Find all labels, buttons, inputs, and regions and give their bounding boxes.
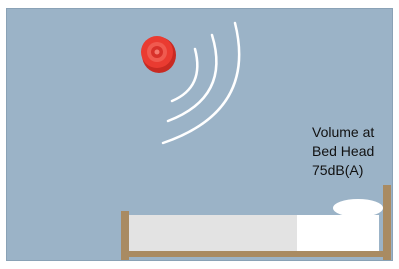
alarm-sounder-icon [141,36,176,73]
annotation-line-2: Bed Head [312,143,375,159]
bed-rail [125,251,387,257]
sound-waves-icon [161,21,241,145]
bedroom-wall: Volume at Bed Head 75dB(A) [6,8,393,261]
bed-icon [121,185,391,260]
volume-annotation: Volume at Bed Head 75dB(A) [312,123,374,180]
mattress [129,215,299,253]
bed-foot-post [121,211,129,260]
bed-cover [297,215,379,253]
bed-head-post [383,185,391,260]
annotation-line-1: Volume at [312,124,375,140]
annotation-line-3: 75dB(A) [312,162,364,178]
pillow [333,199,383,217]
